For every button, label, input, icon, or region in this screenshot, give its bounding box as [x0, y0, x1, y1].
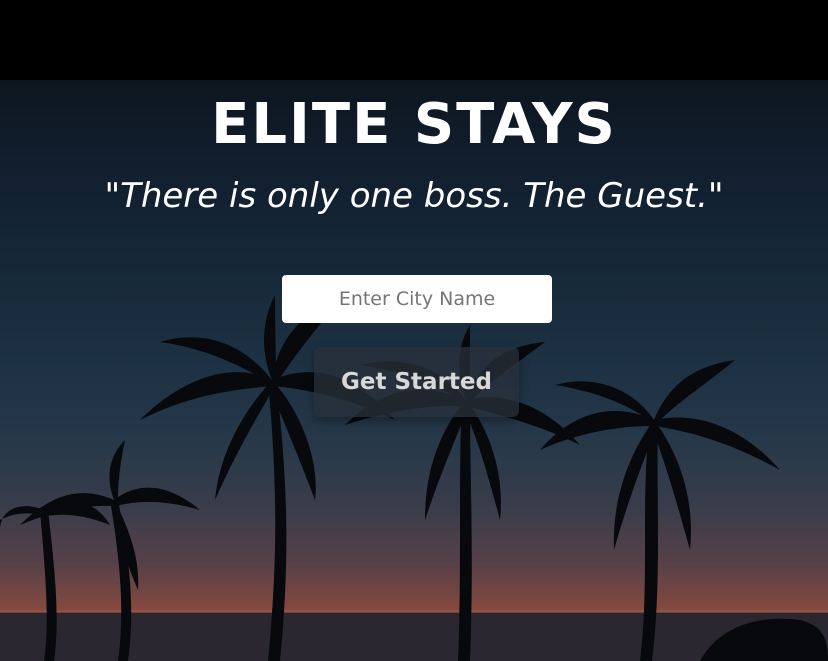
top-black-bar — [0, 0, 828, 80]
page-title: ELITE STAYS — [211, 92, 617, 157]
get-started-button[interactable]: Get Started — [314, 347, 519, 417]
tagline-quote: "There is only one boss. The Guest." — [104, 176, 724, 216]
city-search-input[interactable] — [282, 275, 552, 323]
